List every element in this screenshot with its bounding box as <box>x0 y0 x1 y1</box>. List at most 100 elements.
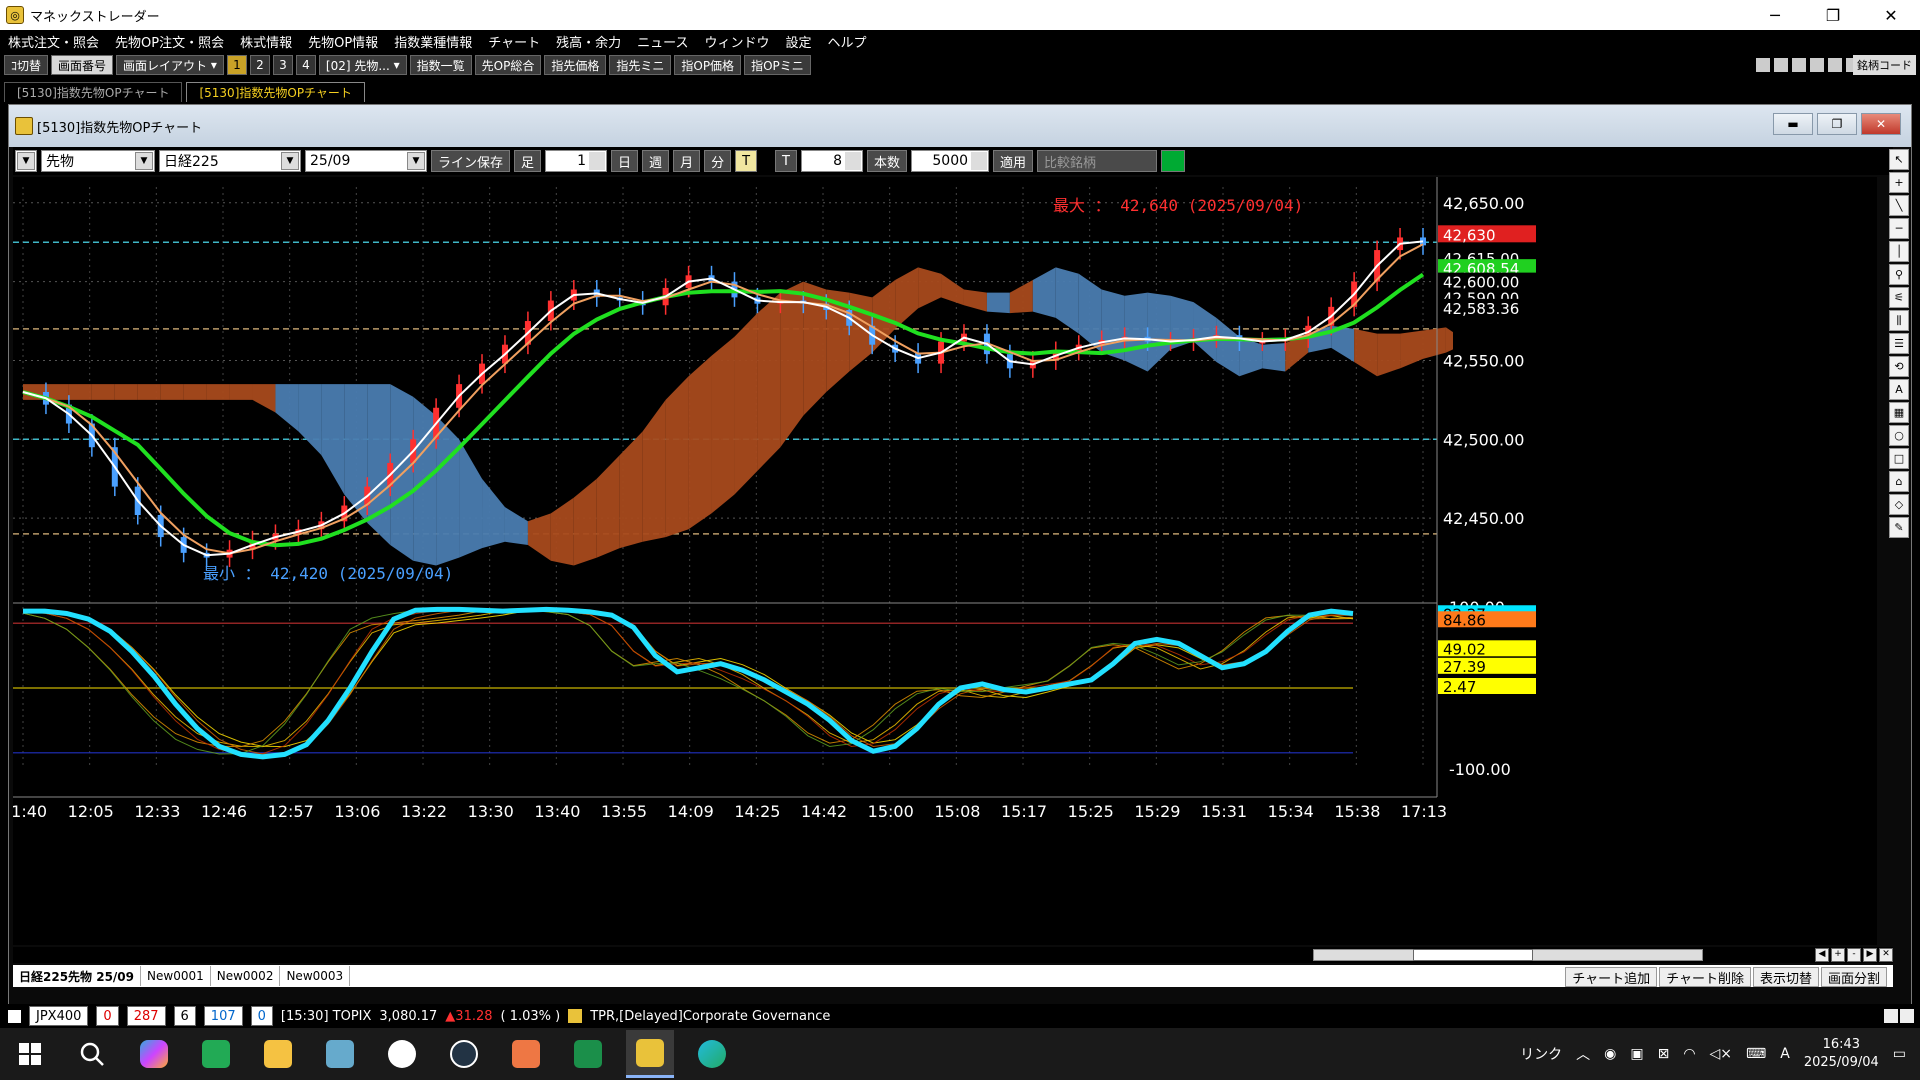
layout-dropdown[interactable]: 画面レイアウト ▾ <box>116 55 224 75</box>
draw-tool-11-icon[interactable]: ▦ <box>1889 402 1909 423</box>
toggle-display-button[interactable]: 表示切替 <box>1752 967 1819 987</box>
draw-tool-4-icon[interactable]: │ <box>1889 241 1909 262</box>
mt4-icon[interactable] <box>440 1030 488 1078</box>
chart-scrollbar[interactable]: ◀ + - ▶ ✕ <box>13 947 1893 963</box>
m-app-icon[interactable] <box>564 1030 612 1078</box>
chart-close-button[interactable]: ✕ <box>1861 113 1901 135</box>
stock-code-button[interactable]: 銘柄コード <box>1853 55 1916 75</box>
chart-tab-new0002[interactable]: New0002 <box>211 966 281 986</box>
bar-value-input[interactable]: 1 <box>545 150 608 172</box>
start-icon[interactable] <box>6 1030 54 1078</box>
index-op-price-button[interactable]: 指OP価格 <box>674 55 742 75</box>
draw-tool-3-icon[interactable]: ─ <box>1889 218 1909 239</box>
tray-keyboard-icon[interactable]: ⌨ <box>1746 1046 1766 1062</box>
type-select[interactable]: 先物 ▼ <box>41 150 155 172</box>
tray-network-icon[interactable]: ⊠ <box>1658 1046 1670 1062</box>
close-icon[interactable]: ✕ <box>1879 948 1893 962</box>
futures-op-summary-button[interactable]: 先OP総合 <box>474 55 542 75</box>
notification-icon[interactable]: ▭ <box>1893 1046 1906 1062</box>
draw-tool-8-icon[interactable]: ☰ <box>1889 333 1909 354</box>
draw-tool-14-icon[interactable]: ⌂ <box>1889 471 1909 492</box>
doc-tab-1[interactable]: [5130]指数先物OPチャート <box>4 82 183 102</box>
layout-4-button[interactable]: 4 <box>295 55 316 75</box>
tray-clock[interactable]: 16:43 2025/09/04 <box>1804 1036 1879 1072</box>
index-futures-price-button[interactable]: 指先価格 <box>544 55 607 75</box>
scroll-left-icon[interactable]: ◀ <box>1815 948 1829 962</box>
doc-tab-2[interactable]: [5130]指数先物OPチャート <box>186 82 365 102</box>
draw-tool-12-icon[interactable]: ○ <box>1889 425 1909 446</box>
line-save-button[interactable]: ライン保存 <box>431 150 511 172</box>
menu-futures-info[interactable]: 先物OP情報 <box>308 32 378 51</box>
search-icon[interactable] <box>68 1030 116 1078</box>
layout-3-button[interactable]: 3 <box>272 55 293 75</box>
preset-dropdown[interactable]: [02] 先物... ▾ <box>318 55 407 75</box>
period-week-button[interactable]: 週 <box>642 150 670 172</box>
menu-help[interactable]: ヘルプ <box>827 32 866 51</box>
draw-tool-2-icon[interactable]: ╲ <box>1889 195 1909 216</box>
contacts-icon[interactable] <box>192 1030 240 1078</box>
settings-bars-icon[interactable] <box>1161 150 1186 172</box>
period-month-button[interactable]: 月 <box>673 150 701 172</box>
chart-tab-new0003[interactable]: New0003 <box>280 966 351 986</box>
month-select[interactable]: 25/09 ▼ <box>305 150 427 172</box>
menu-stock-order[interactable]: 株式注文・照会 <box>8 32 99 51</box>
cascade-icon[interactable] <box>1774 58 1788 72</box>
draw-tool-15-icon[interactable]: ◇ <box>1889 494 1909 515</box>
index-list-button[interactable]: 指数一覧 <box>409 55 472 75</box>
layout-1-button[interactable]: 1 <box>226 55 247 75</box>
draw-tool-5-icon[interactable]: ⚲ <box>1889 264 1909 285</box>
maximize-button[interactable]: ❐ <box>1804 0 1862 30</box>
chart-tab-nikkei[interactable]: 日経225先物 25/09 <box>13 966 142 986</box>
split-screen-button[interactable]: 画面分割 <box>1820 967 1887 987</box>
menu-futures-order[interactable]: 先物OP注文・照会 <box>115 32 224 51</box>
menu-settings[interactable]: 設定 <box>785 32 811 51</box>
draw-tool-6-icon[interactable]: ⚟ <box>1889 287 1909 308</box>
window-list-icon[interactable] <box>1810 58 1824 72</box>
zoom-in-icon[interactable]: + <box>1831 948 1845 962</box>
tick-value-input[interactable]: 8 <box>801 150 863 172</box>
zoom-out-icon[interactable]: - <box>1847 948 1861 962</box>
scroll-thumb[interactable] <box>1413 949 1533 961</box>
ticker-checkbox[interactable] <box>8 1009 21 1023</box>
menu-index-info[interactable]: 指数業種情報 <box>394 32 472 51</box>
period-minute-button[interactable]: 分 <box>704 150 732 172</box>
lock-icon[interactable] <box>1828 58 1842 72</box>
tray-record-icon[interactable]: ◉ <box>1604 1046 1616 1062</box>
clock-app-icon[interactable] <box>378 1030 426 1078</box>
notes-icon[interactable] <box>316 1030 364 1078</box>
chart-maximize-button[interactable]: ❐ <box>1817 113 1857 135</box>
tray-link[interactable]: リンク <box>1520 1044 1562 1064</box>
folder-icon[interactable] <box>254 1030 302 1078</box>
switch-button[interactable]: ｺ切替 <box>4 55 49 75</box>
period-day-button[interactable]: 日 <box>611 150 639 172</box>
apply-button[interactable]: 適用 <box>993 150 1034 172</box>
trade-tool-icon[interactable] <box>502 1030 550 1078</box>
tray-wifi-icon[interactable]: ◠ <box>1683 1046 1695 1062</box>
chart-tab-new0001[interactable]: New0001 <box>141 966 211 986</box>
index-op-mini-button[interactable]: 指OPミニ <box>744 55 811 75</box>
add-chart-button[interactable]: チャート追加 <box>1565 967 1658 987</box>
index-select[interactable]: 日経225 ▼ <box>159 150 301 172</box>
menu-stock-info[interactable]: 株式情報 <box>240 32 292 51</box>
close-button[interactable]: ✕ <box>1862 0 1920 30</box>
arrange-icon[interactable] <box>1792 58 1806 72</box>
monex-trader-icon[interactable] <box>626 1030 674 1078</box>
count-value-input[interactable]: 5000 <box>911 150 990 172</box>
tray-up-chevron-icon[interactable]: ︿ <box>1576 1044 1590 1064</box>
draw-tool-0-icon[interactable]: ↖ <box>1889 149 1909 170</box>
menu-balance[interactable]: 残高・余力 <box>556 32 621 51</box>
draw-tool-13-icon[interactable]: □ <box>1889 448 1909 469</box>
tray-volume-icon[interactable]: ◁× <box>1710 1046 1733 1062</box>
menu-window[interactable]: ウィンドウ <box>704 32 769 51</box>
index-futures-mini-button[interactable]: 指先ミニ <box>609 55 672 75</box>
edge-icon[interactable] <box>688 1030 736 1078</box>
draw-tool-9-icon[interactable]: ⟲ <box>1889 356 1909 377</box>
draw-tool-1-icon[interactable]: + <box>1889 172 1909 193</box>
draw-tool-7-icon[interactable]: ⫼ <box>1889 310 1909 331</box>
tray-camera-icon[interactable]: ▣ <box>1630 1046 1643 1062</box>
layout-2-button[interactable]: 2 <box>249 55 270 75</box>
compare-button[interactable]: 比較銘柄 <box>1037 150 1158 172</box>
tray-ime[interactable]: A <box>1780 1046 1790 1062</box>
tile-icon[interactable] <box>1756 58 1770 72</box>
menu-news[interactable]: ニュース <box>637 32 688 51</box>
